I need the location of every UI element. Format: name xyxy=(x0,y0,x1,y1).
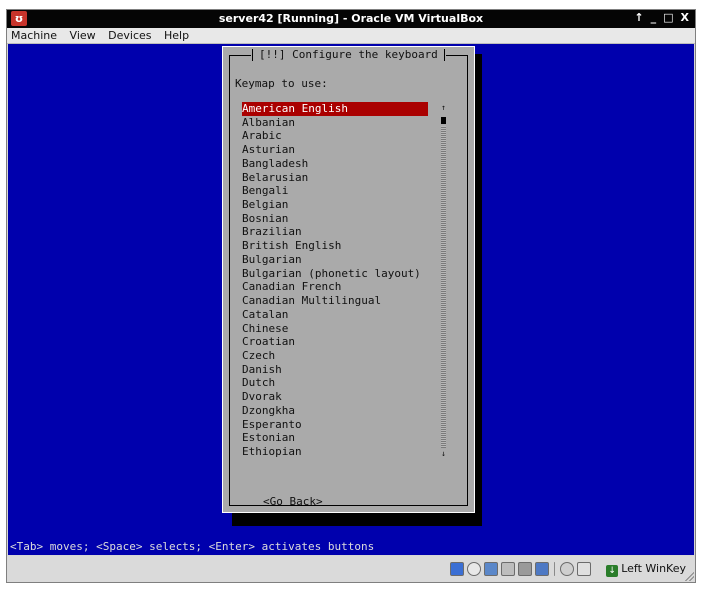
keep-on-top-icon[interactable]: ↑ xyxy=(634,11,643,24)
keymap-item[interactable]: Arabic xyxy=(242,129,430,143)
keymap-item[interactable]: British English xyxy=(242,239,430,253)
display-icon[interactable] xyxy=(535,562,549,576)
keymap-item[interactable]: Bengali xyxy=(242,184,430,198)
keymap-item[interactable]: Bulgarian (phonetic layout) xyxy=(242,267,430,281)
hard-disk-icon[interactable] xyxy=(450,562,464,576)
window-controls: ↑ _ □ X xyxy=(634,11,689,24)
window-title: server42 [Running] - Oracle VM VirtualBo… xyxy=(218,12,484,25)
installer-help-line: <Tab> moves; <Space> selects; <Enter> ac… xyxy=(10,540,375,553)
title-bar[interactable]: ʊ server42 [Running] - Oracle VM Virtual… xyxy=(7,10,695,28)
host-key-icon: ↓ xyxy=(606,565,619,577)
keymap-item[interactable]: Belgian xyxy=(242,198,430,212)
keymap-prompt: Keymap to use: xyxy=(235,77,328,90)
keymap-item[interactable]: Estonian xyxy=(242,431,430,445)
keymap-item[interactable]: Belarusian xyxy=(242,171,430,185)
keymap-item[interactable]: Czech xyxy=(242,349,430,363)
close-icon[interactable]: X xyxy=(681,11,689,24)
status-separator xyxy=(554,562,555,576)
keymap-item[interactable]: Danish xyxy=(242,363,430,377)
minimize-icon[interactable]: _ xyxy=(651,11,657,24)
shared-folders-icon[interactable] xyxy=(518,562,532,576)
keymap-item-selected[interactable]: American English xyxy=(242,102,428,116)
network-icon[interactable] xyxy=(484,562,498,576)
mouse-integration-icon[interactable] xyxy=(577,562,591,576)
keymap-item[interactable]: Dzongkha xyxy=(242,404,430,418)
go-back-button[interactable]: <Go Back> xyxy=(263,495,323,508)
keymap-item[interactable]: Albanian xyxy=(242,116,430,130)
keymap-item[interactable]: Dutch xyxy=(242,376,430,390)
scroll-up-icon[interactable]: ↑ xyxy=(440,104,447,112)
keymap-item[interactable]: Bangladesh xyxy=(242,157,430,171)
menu-devices[interactable]: Devices xyxy=(104,28,156,42)
keymap-item[interactable]: Ethiopian xyxy=(242,445,430,459)
host-status-bar: ↓ Left WinKey xyxy=(7,556,695,582)
dialog-title: [!!] Configure the keyboard xyxy=(251,48,446,62)
keymap-item[interactable]: Bulgarian xyxy=(242,253,430,267)
menu-view[interactable]: View xyxy=(66,28,101,42)
scroll-track[interactable] xyxy=(441,126,446,448)
keymap-item[interactable]: Esperanto xyxy=(242,418,430,432)
host-key-indicator[interactable]: ↓ Left WinKey xyxy=(606,562,686,577)
keymap-item[interactable]: Brazilian xyxy=(242,225,430,239)
keymap-item[interactable]: Bosnian xyxy=(242,212,430,226)
keymap-list[interactable]: American English Albanian Arabic Asturian Ba… xyxy=(242,102,430,459)
maximize-icon[interactable]: □ xyxy=(663,11,673,24)
optical-drive-icon[interactable] xyxy=(467,562,481,576)
keyboard-dialog: [!!] Configure the keyboard Keymap to us… xyxy=(222,46,475,513)
scroll-down-icon[interactable]: ↓ xyxy=(440,450,447,458)
keymap-item[interactable]: Asturian xyxy=(242,143,430,157)
menu-help[interactable]: Help xyxy=(160,28,194,42)
usb-icon[interactable] xyxy=(501,562,515,576)
keymap-item[interactable]: Dvorak xyxy=(242,390,430,404)
video-capture-icon[interactable] xyxy=(560,562,574,576)
keymap-item[interactable]: Chinese xyxy=(242,322,430,336)
resize-grip[interactable] xyxy=(684,571,694,581)
device-indicators xyxy=(450,562,591,576)
list-scrollbar[interactable]: ↑ ↓ xyxy=(440,102,447,458)
keymap-item[interactable]: Canadian French xyxy=(242,280,430,294)
menu-bar: Machine View Devices Help xyxy=(7,28,695,44)
virtualbox-window: ʊ server42 [Running] - Oracle VM Virtual… xyxy=(6,9,696,583)
keymap-item[interactable]: Croatian xyxy=(242,335,430,349)
menu-machine[interactable]: Machine xyxy=(7,28,62,42)
guest-screen[interactable]: [!!] Configure the keyboard Keymap to us… xyxy=(8,44,694,555)
host-key-label: Left WinKey xyxy=(621,562,686,575)
keymap-item[interactable]: Canadian Multilingual xyxy=(242,294,430,308)
scroll-thumb[interactable] xyxy=(441,117,446,124)
keymap-item[interactable]: Catalan xyxy=(242,308,430,322)
